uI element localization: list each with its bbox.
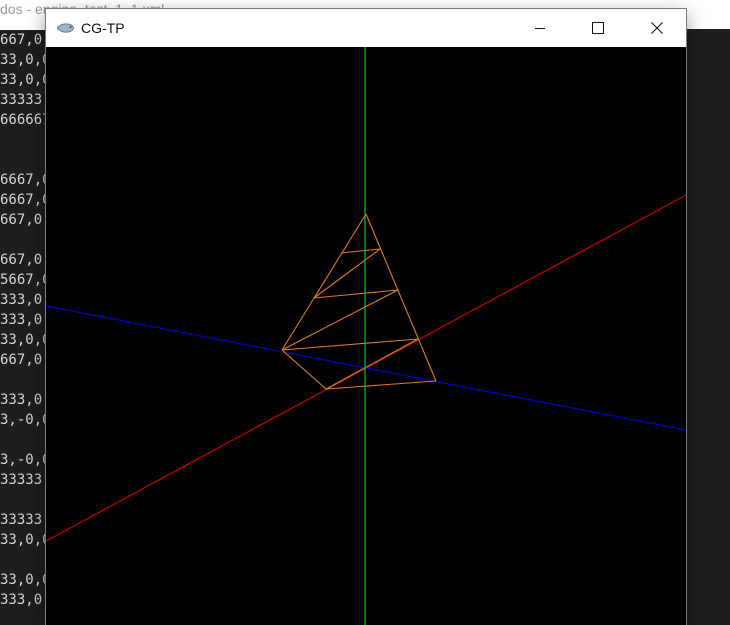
scene-canvas [46, 47, 686, 625]
window-title: CG-TP [81, 20, 125, 36]
glut-window[interactable]: CG-TP [46, 9, 686, 625]
editor-right-panel [686, 29, 730, 625]
cone-wireframe [281, 213, 437, 390]
glut-fish-icon [57, 23, 74, 33]
z-axis [46, 305, 686, 431]
render-viewport[interactable] [46, 47, 686, 625]
window-titlebar[interactable]: CG-TP [46, 9, 686, 47]
maximize-icon [592, 22, 604, 34]
close-icon [651, 22, 663, 34]
minimize-button[interactable] [511, 9, 569, 47]
minimize-icon [535, 28, 545, 29]
maximize-button[interactable] [569, 9, 627, 47]
close-button[interactable] [628, 9, 686, 47]
